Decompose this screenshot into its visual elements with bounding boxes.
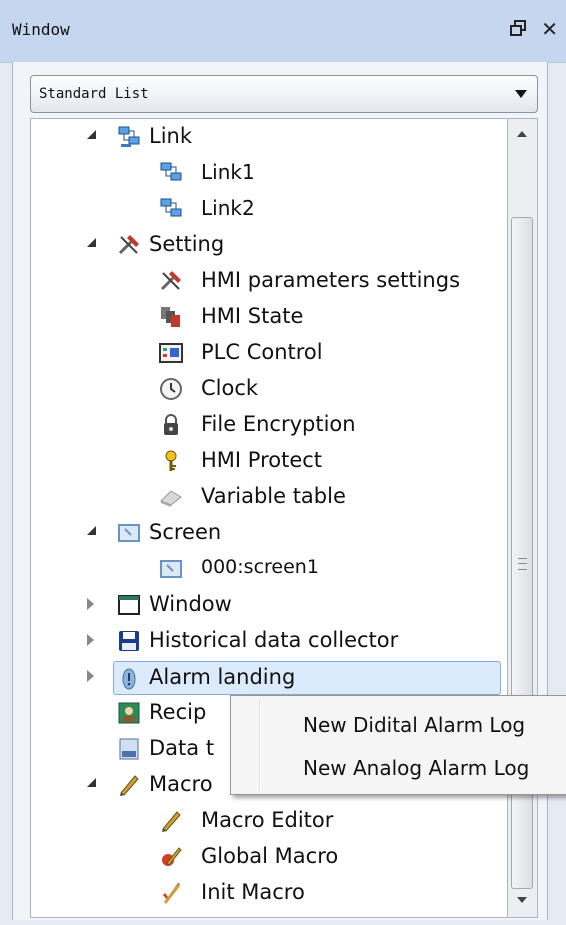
save-icon <box>117 629 141 653</box>
tree-label: Macro <box>149 772 213 796</box>
window-icon <box>117 593 141 617</box>
menu-item-new-analog-alarm-log[interactable]: New Analog Alarm Log <box>303 756 529 780</box>
screen-icon <box>117 521 141 545</box>
view-select-value: Standard List <box>39 86 149 102</box>
panel-title: Window <box>12 20 70 39</box>
expand-toggle-icon[interactable] <box>87 778 97 790</box>
chevron-down-icon[interactable] <box>515 90 527 98</box>
pencil-icon <box>117 773 141 797</box>
collapse-toggle-icon[interactable] <box>87 634 97 646</box>
collapse-toggle-icon[interactable] <box>87 670 97 682</box>
tree-label: Init Macro <box>201 880 305 904</box>
tree-label: Variable table <box>201 484 346 508</box>
init-macro-icon <box>159 881 183 905</box>
alarm-icon <box>117 667 141 691</box>
close-icon[interactable]: ✕ <box>541 17 558 41</box>
tree-label: Alarm landing <box>149 665 296 689</box>
tree-label: Link2 <box>201 196 255 220</box>
tree-label: Screen <box>149 520 222 544</box>
plc-control-icon <box>159 341 183 365</box>
tree-label: Clock <box>201 376 259 400</box>
panel-titlebar[interactable]: Window ✕ <box>0 0 566 63</box>
scroll-down-icon[interactable] <box>508 887 536 915</box>
expand-toggle-icon[interactable] <box>87 526 97 538</box>
grip-icon <box>518 558 527 570</box>
network-icon <box>159 197 183 221</box>
tree-label: 000:screen1 <box>201 556 319 578</box>
lock-icon <box>159 413 183 437</box>
tree-label: HMI parameters settings <box>201 268 461 292</box>
tree-label: Historical data collector <box>149 628 399 652</box>
screen-icon <box>159 557 183 581</box>
expand-toggle-icon[interactable] <box>87 130 97 142</box>
global-macro-icon <box>159 845 183 869</box>
network-icon <box>117 125 141 149</box>
tree-label: HMI Protect <box>201 448 323 472</box>
pencil-icon <box>159 809 183 833</box>
scroll-up-icon[interactable] <box>508 121 536 149</box>
vertical-scrollbar[interactable] <box>508 118 538 918</box>
project-tree: Link Link1 Link2 Setting HMI parameters … <box>30 118 508 918</box>
collapse-toggle-icon[interactable] <box>87 598 97 610</box>
view-select[interactable]: Standard List <box>30 75 538 113</box>
float-pin-icon[interactable] <box>510 17 527 41</box>
window-panel: Window ✕ Standard List Link Link1 Link2 … <box>0 0 566 925</box>
tree-label: Macro Editor <box>201 808 334 832</box>
tree-label: Recip <box>149 700 207 724</box>
tree-label: PLC Control <box>201 340 323 364</box>
key-icon <box>159 449 183 473</box>
tree-label: Data t <box>149 736 215 760</box>
expand-toggle-icon[interactable] <box>87 238 97 250</box>
tools-icon <box>159 269 183 293</box>
tools-icon <box>117 233 141 257</box>
clock-icon <box>159 377 183 401</box>
recipe-icon <box>117 701 141 725</box>
data-table-icon <box>117 737 141 761</box>
tree-label: Window <box>149 592 232 616</box>
tree-node-alarm-landing[interactable]: Alarm landing <box>113 661 501 695</box>
tree-label: Setting <box>149 232 225 256</box>
tree-label: HMI State <box>201 304 304 328</box>
network-icon <box>159 161 183 185</box>
tree-label: File Encryption <box>201 412 356 436</box>
tree-label: Link <box>149 124 193 148</box>
menu-item-new-digital-alarm-log[interactable]: New Didital Alarm Log <box>303 713 525 737</box>
eraser-icon <box>159 485 183 509</box>
tree-label: Link1 <box>201 160 255 184</box>
tree-label: Global Macro <box>201 844 339 868</box>
menu-gutter <box>259 699 261 791</box>
context-menu: New Didital Alarm Log New Analog Alarm L… <box>230 695 566 795</box>
hmi-state-icon <box>159 305 183 329</box>
